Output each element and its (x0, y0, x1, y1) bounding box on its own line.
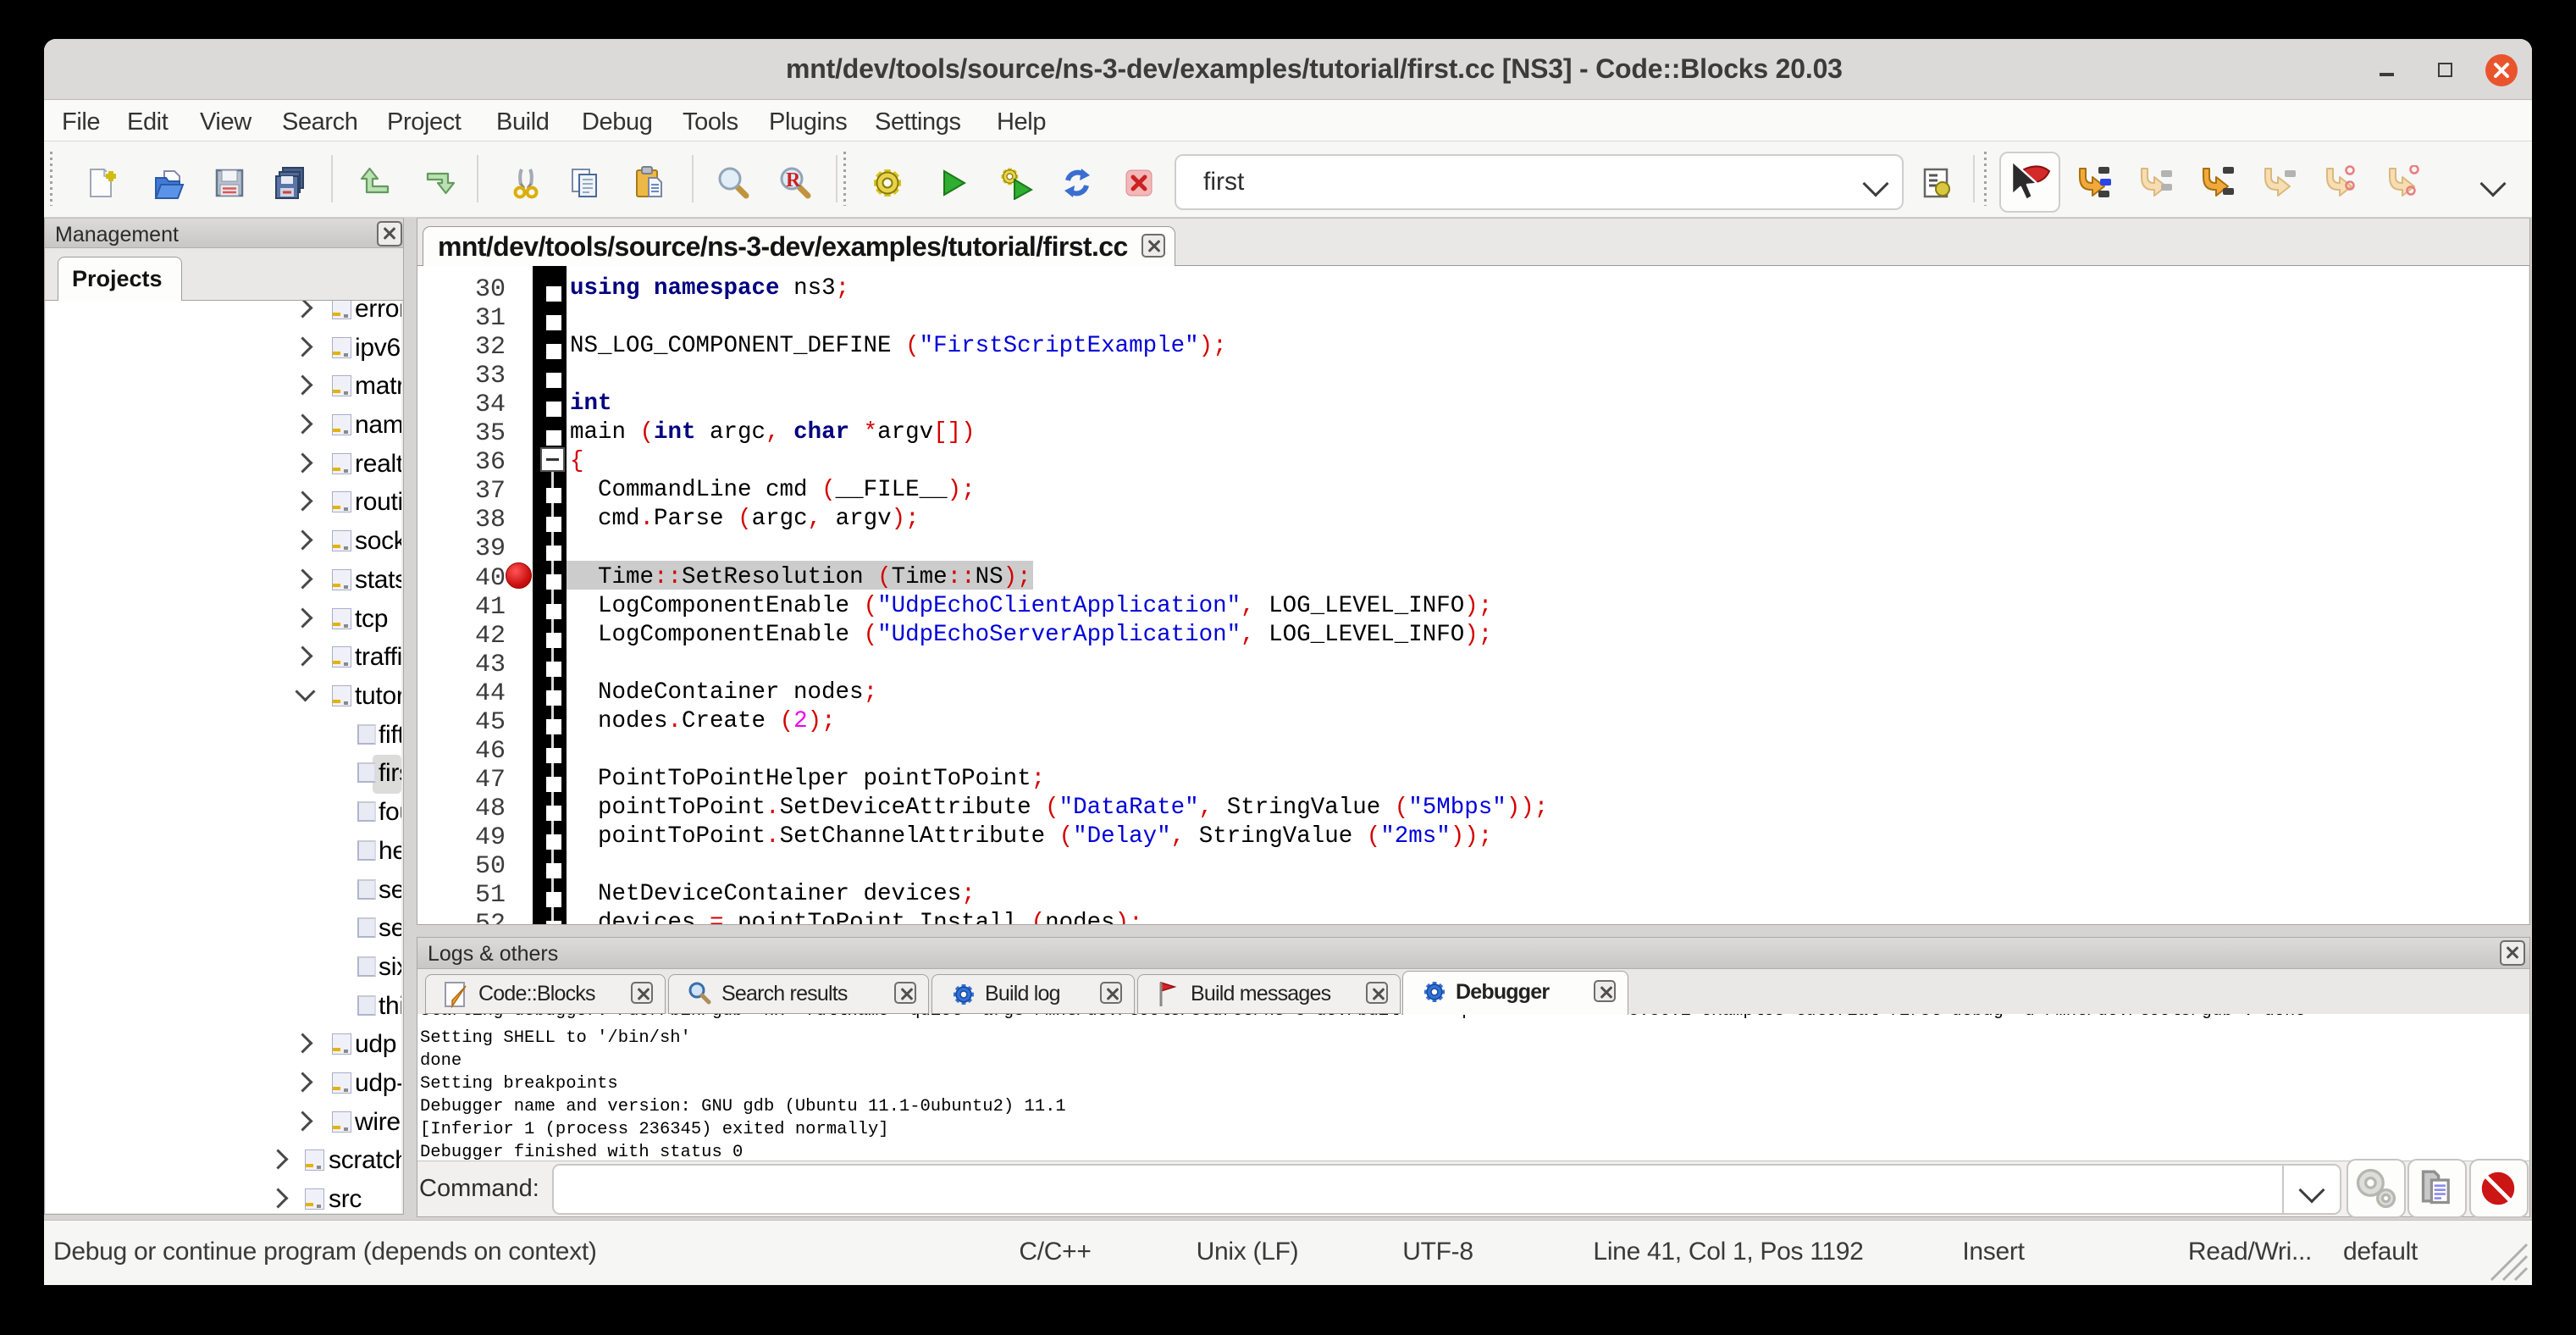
svg-text:R: R (786, 169, 801, 191)
